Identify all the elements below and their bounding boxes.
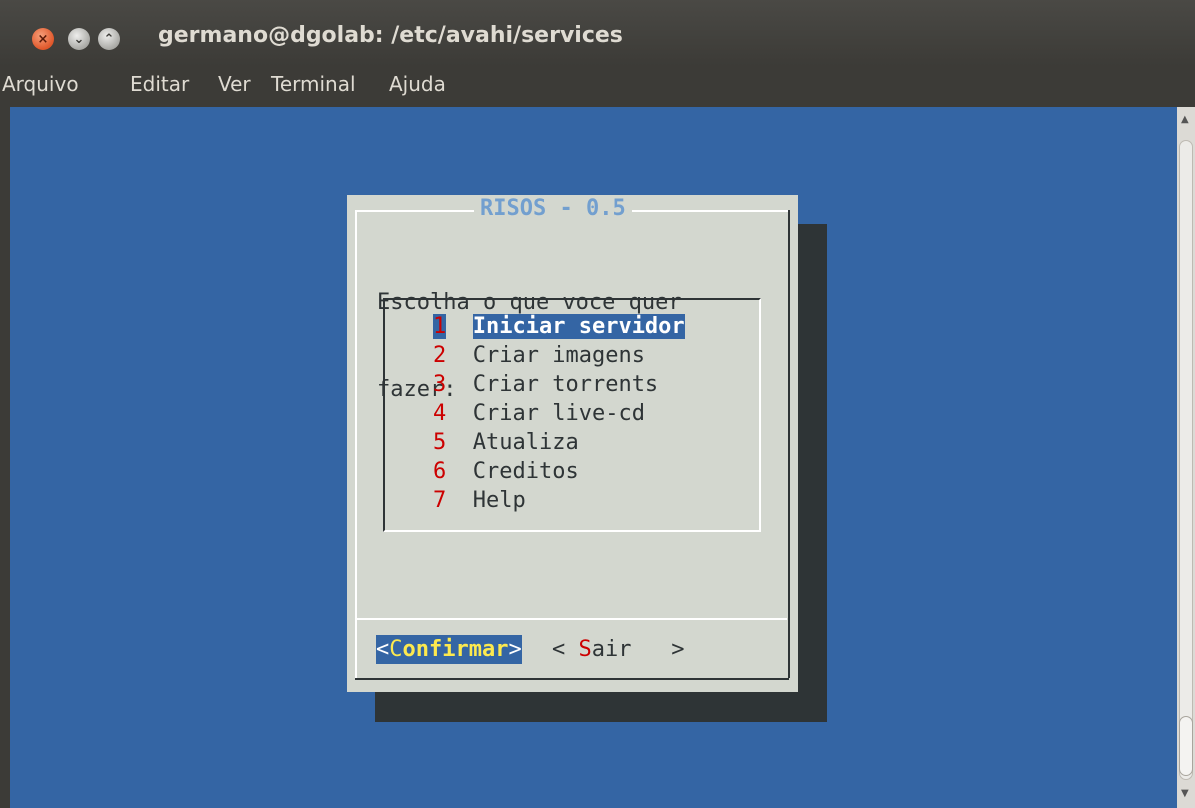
quit-button[interactable]: < Sair >	[552, 635, 684, 664]
option-label: Criar torrents	[472, 372, 659, 397]
confirm-label: onfirmar	[402, 637, 509, 662]
menu-arquivo[interactable]: Arquivo	[2, 72, 79, 96]
scroll-down-arrow-icon[interactable]: ▼	[1181, 788, 1189, 799]
quit-bracket-open: <	[552, 637, 579, 662]
confirm-hotkey: C	[389, 637, 403, 662]
dialog-border-right	[787, 210, 790, 678]
confirm-bracket-open: <	[376, 637, 390, 662]
option-number: 4	[433, 401, 447, 426]
dialog-title: RISOS - 0.5	[474, 196, 632, 221]
option-label: Atualiza	[472, 430, 579, 455]
window-titlebar: × ⌄ ⌃ germano@dgolab: /etc/avahi/service…	[0, 0, 1195, 66]
menu-terminal[interactable]: Terminal	[271, 72, 356, 96]
option-label: Iniciar servidor	[472, 314, 685, 339]
menu-editar[interactable]: Editar	[130, 72, 189, 96]
menu-ver[interactable]: Ver	[218, 72, 251, 96]
option-number: 3	[433, 372, 447, 397]
menu-ajuda[interactable]: Ajuda	[389, 72, 446, 96]
menu-option-criar-imagens[interactable]: 2 Criar imagens	[433, 341, 645, 370]
menu-option-help[interactable]: 7 Help	[433, 486, 526, 515]
scrollbar-thumb[interactable]	[1179, 716, 1193, 776]
dialog-separator	[357, 618, 787, 621]
quit-bracket-close: >	[631, 637, 685, 662]
confirm-button[interactable]: <Confirmar>	[376, 635, 522, 664]
close-icon[interactable]: ×	[32, 28, 54, 50]
scrollbar-trough[interactable]	[1179, 140, 1193, 780]
option-number: 6	[433, 459, 447, 484]
option-label: Criar live-cd	[472, 401, 645, 426]
menu-option-iniciar-servidor[interactable]: 1 Iniciar servidor	[433, 312, 685, 341]
menu-bar: Arquivo Editar Ver Terminal Ajuda	[0, 66, 1195, 106]
menu-option-atualiza[interactable]: 5 Atualiza	[433, 428, 579, 457]
menu-option-criar-live-cd[interactable]: 4 Criar live-cd	[433, 399, 645, 428]
quit-label: air	[591, 637, 632, 662]
menu-option-criar-torrents[interactable]: 3 Criar torrents	[433, 370, 658, 399]
quit-hotkey: S	[578, 637, 592, 662]
option-label: Help	[472, 488, 526, 513]
option-label: Criar imagens	[472, 343, 645, 368]
confirm-bracket-close: >	[508, 637, 522, 662]
option-number: 7	[433, 488, 447, 513]
maximize-icon[interactable]: ⌃	[98, 28, 120, 50]
dialog-border-bottom	[355, 677, 789, 680]
option-number: 1	[433, 314, 447, 339]
scroll-up-arrow-icon[interactable]: ▲	[1181, 114, 1189, 125]
option-number: 2	[433, 343, 447, 368]
minimize-icon[interactable]: ⌄	[68, 28, 90, 50]
dialog-border-left	[355, 210, 358, 678]
menu-option-creditos[interactable]: 6 Creditos	[433, 457, 579, 486]
option-label: Creditos	[472, 459, 579, 484]
option-number: 5	[433, 430, 447, 455]
window-title: germano@dgolab: /etc/avahi/services	[158, 23, 623, 48]
